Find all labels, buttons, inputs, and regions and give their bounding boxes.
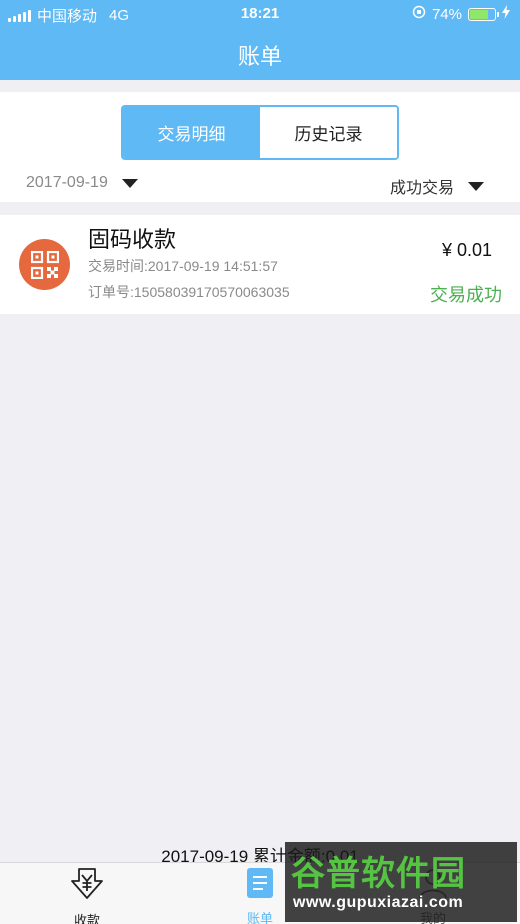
battery-percent: 74% [431, 5, 462, 23]
tab-collect-label: 收款 [73, 913, 100, 924]
transaction-amount: ¥ 0.01 [441, 240, 492, 260]
chevron-down-icon [121, 178, 138, 188]
watermark: 谷普软件园 www.gupuxiazai.com [285, 842, 517, 922]
date-dropdown[interactable]: 2017-09-19 [26, 174, 138, 192]
chevron-down-icon [468, 181, 484, 191]
date-value: 2017-09-19 [26, 174, 108, 191]
transaction-row[interactable]: 固码收款 交易时间:2017-09-19 14:51:57 订单号:150580… [0, 215, 520, 314]
status-dropdown[interactable]: 成功交易 [390, 174, 484, 198]
filter-panel: 交易明细 历史记录 2017-09-19 成功交易 [0, 92, 520, 202]
transaction-time: 交易时间:2017-09-19 14:51:57 [88, 258, 278, 274]
tab-collect[interactable]: 收款 [42, 867, 132, 924]
status-bar: 中国移动 4G 18:21 74% [0, 0, 520, 28]
tab-bill-label: 账单 [246, 911, 273, 924]
segmented-control: 交易明细 历史记录 [121, 105, 399, 160]
nav-bar: 账单 [0, 28, 520, 80]
tab-transaction-details[interactable]: 交易明细 [123, 107, 260, 158]
orientation-lock-icon [412, 5, 426, 23]
transaction-status: 交易成功 [430, 285, 502, 305]
transaction-order-number: 订单号:15058039170570063035 [88, 284, 290, 300]
charging-icon [502, 5, 510, 23]
qr-code-icon [19, 239, 70, 290]
watermark-url: www.gupuxiazai.com [293, 894, 464, 911]
watermark-logo: 谷普软件园 [291, 855, 466, 893]
status-value: 成功交易 [389, 180, 454, 197]
transaction-title: 固码收款 [88, 227, 177, 252]
yen-collect-icon [69, 867, 105, 906]
bill-list-icon [246, 867, 274, 904]
battery-icon [468, 7, 499, 21]
tab-history[interactable]: 历史记录 [260, 107, 397, 158]
page-title: 账单 [237, 44, 282, 69]
